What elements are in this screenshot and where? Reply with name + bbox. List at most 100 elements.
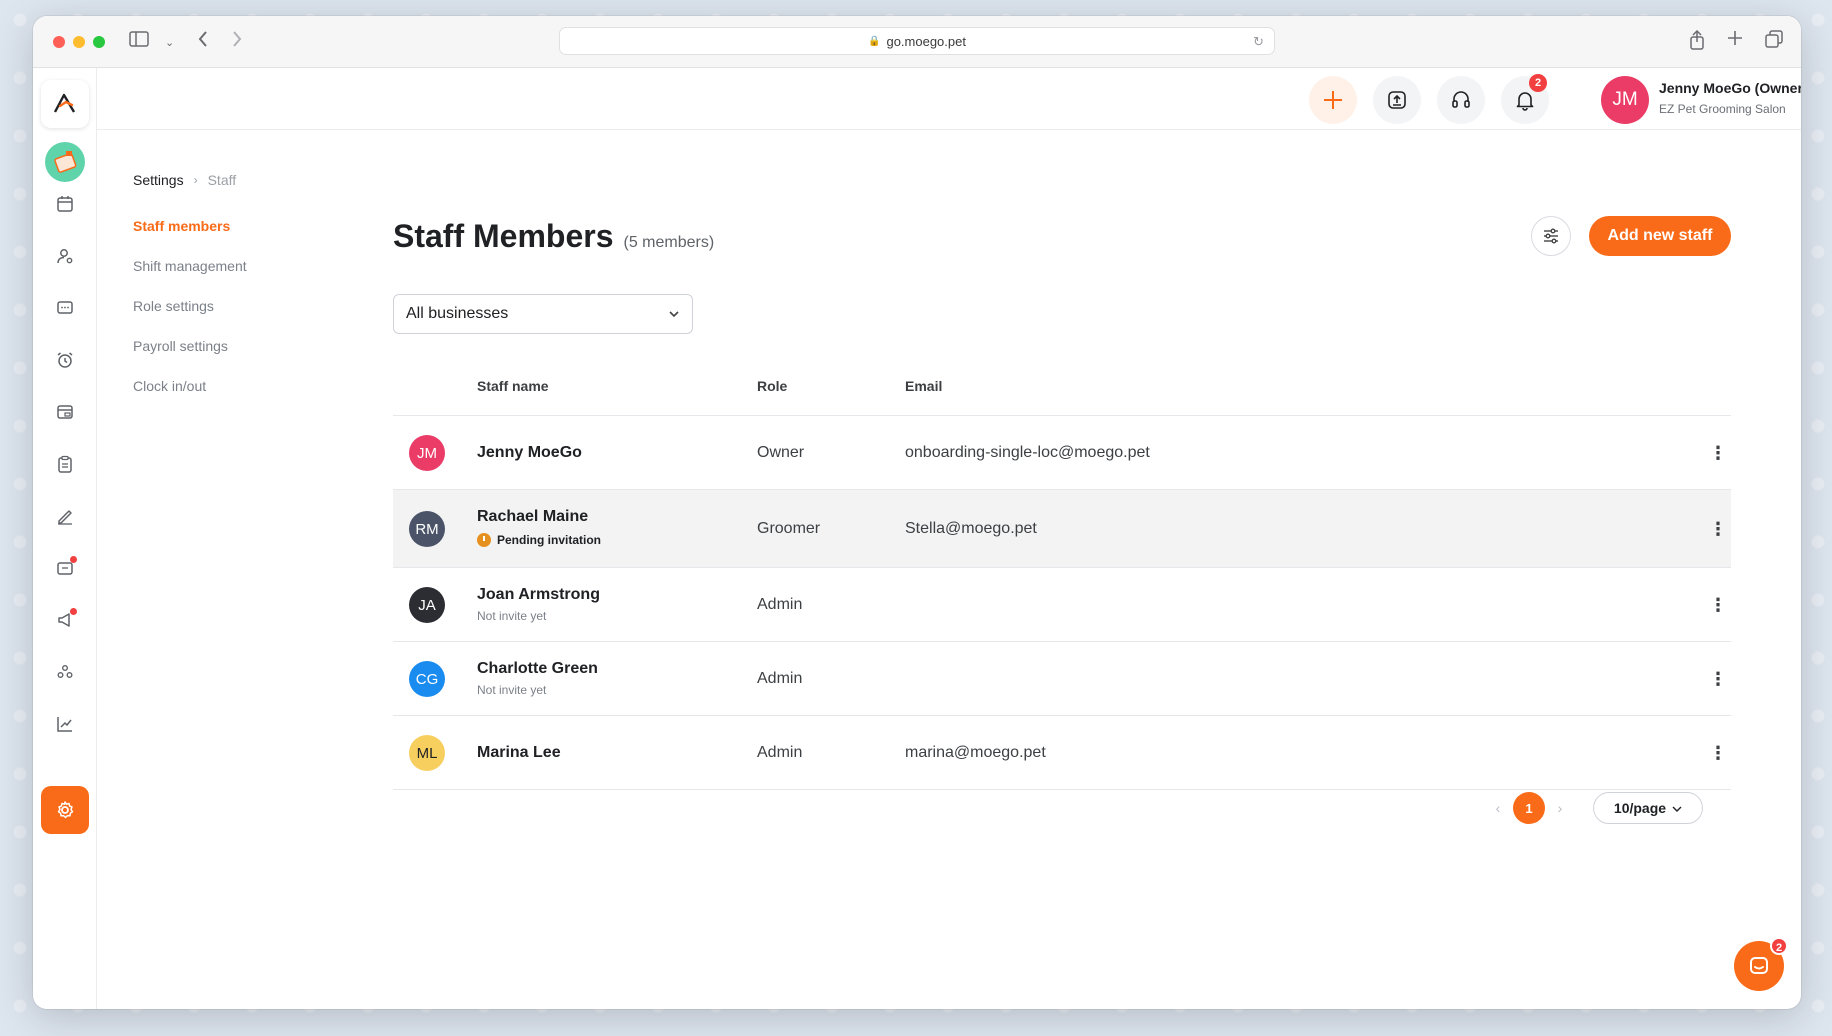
page-heading: Staff Members (5 members): [393, 218, 714, 255]
sliders-icon: [1544, 228, 1558, 244]
user-business: EZ Pet Grooming Salon: [1659, 102, 1786, 116]
pagination: ‹ 1 › 10/page: [1483, 792, 1703, 824]
staff-role: Admin: [757, 670, 803, 687]
breadcrumb-settings[interactable]: Settings: [133, 172, 184, 188]
tab-overview-icon[interactable]: [1765, 30, 1783, 55]
url-text: go.moego.pet: [886, 33, 966, 49]
marketing-icon[interactable]: [49, 552, 81, 584]
more-options-icon[interactable]: ⋮: [1709, 520, 1727, 538]
headset-icon: [1452, 91, 1470, 108]
subnav-clock-in-out[interactable]: Clock in/out: [133, 376, 247, 416]
more-options-icon[interactable]: ⋮: [1709, 444, 1727, 462]
moego-logo[interactable]: [41, 80, 89, 128]
chat-badge: 2: [1770, 937, 1788, 955]
invite-status: Not invite yet: [477, 609, 547, 623]
user-name[interactable]: Jenny MoeGo (Owner): [1659, 80, 1801, 96]
clipboard-icon[interactable]: [49, 448, 81, 480]
support-button[interactable]: [1437, 76, 1485, 124]
team-icon[interactable]: [49, 656, 81, 688]
bell-icon: [1516, 92, 1534, 111]
prev-page-icon[interactable]: ‹: [1483, 800, 1513, 816]
avatar: CG: [409, 661, 445, 697]
staff-name: Charlotte Green: [477, 660, 598, 677]
sidebar-toggle-icon[interactable]: [129, 30, 149, 52]
subnav-role-settings[interactable]: Role settings: [133, 296, 247, 336]
plus-icon: [1324, 91, 1342, 109]
column-header-email: Email: [905, 378, 943, 394]
notifications-button[interactable]: 2: [1501, 74, 1549, 124]
more-options-icon[interactable]: ⋮: [1709, 744, 1727, 762]
staff-name: Rachael Maine: [477, 508, 589, 525]
avatar: RM: [409, 511, 445, 547]
more-options-icon[interactable]: ⋮: [1709, 596, 1727, 614]
pending-invitation-status: Pending invitation: [477, 533, 601, 547]
staff-role: Admin: [757, 596, 803, 613]
column-settings-button[interactable]: [1531, 216, 1571, 256]
staff-email: Stella@moego.pet: [905, 520, 1037, 537]
staff-name: Joan Armstrong: [477, 586, 600, 603]
table-row[interactable]: JA Joan Armstrong Not invite yet Admin ⋮: [393, 568, 1731, 642]
alarm-clock-icon[interactable]: [49, 344, 81, 376]
new-tab-icon[interactable]: [1727, 30, 1743, 55]
address-bar[interactable]: 🔒 go.moego.pet ↻: [559, 27, 1275, 55]
member-count: (5 members): [623, 234, 715, 251]
notification-badge: 2: [1529, 74, 1547, 92]
reload-icon[interactable]: ↻: [1253, 34, 1264, 50]
invite-status: Not invite yet: [477, 683, 547, 697]
page-number-current[interactable]: 1: [1513, 792, 1545, 824]
clock-icon: [477, 533, 491, 547]
messages-icon[interactable]: [49, 292, 81, 324]
payments-icon[interactable]: [49, 396, 81, 428]
browser-toolbar: ⌄ 🔒 go.moego.pet ↻: [33, 16, 1801, 68]
chat-launcher-button[interactable]: 2: [1734, 937, 1788, 991]
settings-nav-button[interactable]: [41, 786, 89, 834]
quick-add-button[interactable]: [1309, 76, 1357, 124]
subnav-shift-management[interactable]: Shift management: [133, 256, 247, 296]
share-icon[interactable]: [1689, 29, 1705, 55]
minimize-window-button[interactable]: [73, 36, 85, 48]
clients-icon[interactable]: [49, 240, 81, 272]
table-row[interactable]: JM Jenny MoeGo Owner onboarding-single-l…: [393, 416, 1731, 490]
forward-icon[interactable]: [231, 30, 243, 53]
table-row[interactable]: RM Rachael Maine Pending invitation Groo…: [393, 490, 1731, 568]
notification-dot: [70, 608, 77, 615]
more-options-icon[interactable]: ⋮: [1709, 670, 1727, 688]
staff-email: marina@moego.pet: [905, 744, 1046, 761]
page-title: Staff Members: [393, 218, 614, 254]
upload-button[interactable]: [1373, 76, 1421, 124]
avatar: ML: [409, 735, 445, 771]
next-page-icon[interactable]: ›: [1545, 800, 1575, 816]
upload-icon: [1388, 91, 1406, 109]
gear-icon: [57, 801, 74, 819]
table-row[interactable]: ML Marina Lee Admin marina@moego.pet ⋮: [393, 716, 1731, 790]
calendar-icon[interactable]: [49, 188, 81, 220]
avatar: JA: [409, 587, 445, 623]
add-new-staff-button[interactable]: Add new staff: [1589, 216, 1731, 256]
business-select[interactable]: All businesses: [393, 294, 693, 334]
page-size-value: 10/page: [1613, 800, 1667, 816]
subnav-payroll-settings[interactable]: Payroll settings: [133, 336, 247, 376]
chevron-down-icon: [668, 307, 680, 321]
close-window-button[interactable]: [53, 36, 65, 48]
back-icon[interactable]: [197, 30, 209, 53]
pencil-icon[interactable]: [49, 500, 81, 532]
column-header-role: Role: [757, 378, 788, 394]
app-rail: [33, 68, 97, 1009]
notification-dot: [70, 556, 77, 563]
staff-table: Staff name Role Email JM Jenny MoeGo Own…: [393, 356, 1731, 790]
staff-name: Marina Lee: [477, 744, 561, 761]
page-size-select[interactable]: 10/page: [1593, 792, 1703, 824]
reports-icon[interactable]: [49, 708, 81, 740]
staff-role: Groomer: [757, 520, 821, 537]
table-row[interactable]: CG Charlotte Green Not invite yet Admin …: [393, 642, 1731, 716]
chat-icon: [1750, 957, 1768, 974]
staff-name: Jenny MoeGo: [477, 444, 582, 461]
megaphone-icon[interactable]: [49, 604, 81, 636]
business-select-value: All businesses: [406, 305, 509, 322]
maximize-window-button[interactable]: [93, 36, 105, 48]
subnav-staff-members[interactable]: Staff members: [133, 216, 247, 256]
user-avatar[interactable]: JM: [1601, 76, 1649, 124]
business-avatar[interactable]: [45, 142, 85, 182]
chevron-down-icon[interactable]: ⌄: [165, 32, 174, 54]
staff-email: onboarding-single-loc@moego.pet: [905, 444, 1150, 461]
